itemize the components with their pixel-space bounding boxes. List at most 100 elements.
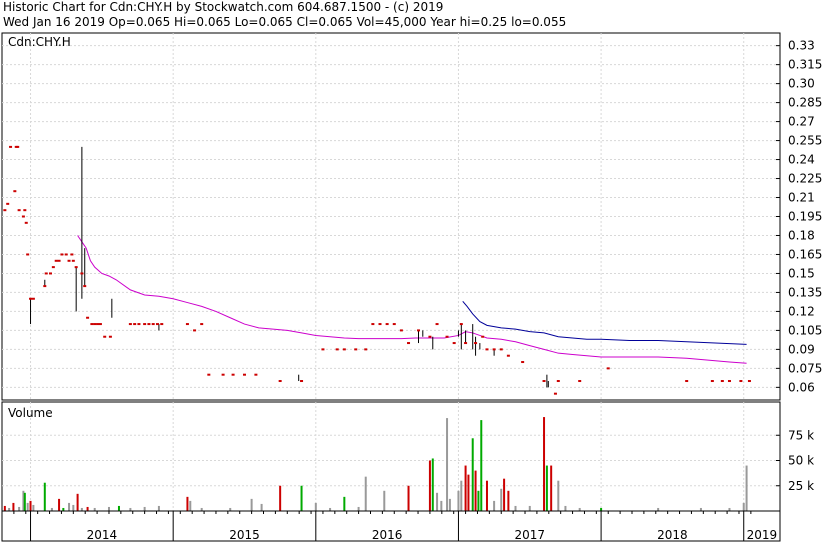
price-mark <box>254 373 258 376</box>
volume-bar <box>550 465 553 511</box>
price-tick-label: 0.255 <box>788 134 822 148</box>
price-mark <box>44 272 48 275</box>
price-mark <box>6 202 10 205</box>
price-mark <box>710 380 714 383</box>
price-panel-label: Cdn:CHY.H <box>8 35 71 49</box>
price-mark <box>3 209 7 212</box>
volume-bar <box>12 502 15 511</box>
volume-bar <box>431 458 434 511</box>
price-mark <box>16 145 20 148</box>
year-label: 2017 <box>515 528 546 542</box>
price-mark <box>133 323 137 326</box>
volume-bar <box>157 505 160 511</box>
volume-bar <box>26 502 29 511</box>
price-mark <box>452 342 456 345</box>
volume-bar <box>18 506 21 511</box>
volume-bar <box>407 485 410 511</box>
price-mark <box>474 342 478 345</box>
price-mark <box>48 272 52 275</box>
price-tick-label: 0.06 <box>788 380 815 394</box>
price-mark <box>578 380 582 383</box>
price-mark <box>481 335 485 338</box>
price-tick-label: 0.075 <box>788 361 822 375</box>
price-mark <box>13 190 17 193</box>
price-mark <box>86 316 90 319</box>
volume-bar <box>557 480 560 511</box>
volume-bar <box>500 488 503 511</box>
price-tick-label: 0.195 <box>788 210 822 224</box>
volume-bar <box>460 480 463 511</box>
volume-bar <box>514 505 517 511</box>
chart-window: Historic Chart for Cdn:CHY.H by Stockwat… <box>0 0 830 543</box>
price-mark <box>556 380 560 383</box>
price-tick-label: 0.12 <box>788 304 815 318</box>
volume-tick-label: 25 k <box>788 479 814 493</box>
volume-bar <box>186 496 189 511</box>
price-mark <box>221 373 225 376</box>
price-mark <box>57 259 61 262</box>
volume-bar <box>507 490 510 511</box>
volume-bar <box>545 465 548 511</box>
price-mark <box>553 392 557 395</box>
volume-bar <box>503 478 506 511</box>
price-mark <box>93 323 97 326</box>
volume-bar <box>250 498 253 511</box>
price-mark <box>43 285 47 288</box>
price-mark <box>231 373 235 376</box>
volume-bar <box>474 470 477 511</box>
volume-bar <box>493 500 496 511</box>
volume-bar <box>107 506 110 511</box>
price-mark <box>506 354 510 357</box>
price-mark <box>542 380 546 383</box>
price-tick-label: 0.225 <box>788 172 822 186</box>
volume-bar <box>464 465 467 511</box>
price-tick-label: 0.285 <box>788 96 822 110</box>
price-mark <box>242 373 246 376</box>
price-mark <box>428 335 432 338</box>
price-mark <box>464 342 468 345</box>
price-tick-label: 0.24 <box>788 153 815 167</box>
price-mark <box>445 335 449 338</box>
price-mark <box>399 329 403 332</box>
volume-bar <box>58 498 61 511</box>
price-mark <box>103 335 107 338</box>
volume-bar <box>29 500 32 511</box>
price-mark <box>160 323 164 326</box>
price-mark <box>64 253 68 256</box>
price-mark <box>364 348 368 351</box>
volume-bar <box>189 500 192 511</box>
price-tick-label: 0.09 <box>788 342 815 356</box>
volume-bar <box>467 474 470 511</box>
price-tick-label: 0.135 <box>788 285 822 299</box>
price-mark <box>74 266 78 269</box>
year-label: 2018 <box>657 528 688 542</box>
volume-bar <box>43 482 46 511</box>
volume-bar <box>68 502 71 511</box>
volume-bar <box>3 505 6 511</box>
price-tick-label: 0.27 <box>788 115 815 129</box>
volume-bar <box>364 476 367 511</box>
price-mark <box>207 373 211 376</box>
volume-y-axis: 75 k 50 k 25 k <box>776 428 814 493</box>
volume-bar <box>742 502 745 511</box>
year-label: 2019 <box>747 528 778 542</box>
volume-bar <box>440 500 443 511</box>
time-axis: 2014 2015 2016 2017 2018 2019 <box>1 510 781 542</box>
price-mark <box>96 323 100 326</box>
volume-bar <box>446 418 449 511</box>
price-mark <box>392 323 396 326</box>
price-mark <box>407 342 411 345</box>
price-mark <box>371 323 375 326</box>
price-mark <box>521 361 525 364</box>
price-mark <box>385 323 389 326</box>
price-mark <box>459 323 463 326</box>
price-mark <box>128 323 132 326</box>
price-mark <box>21 215 25 218</box>
volume-bar <box>86 506 89 511</box>
volume-bar <box>32 504 35 511</box>
price-mark <box>71 259 75 262</box>
price-mark <box>335 348 339 351</box>
price-tick-label: 0.105 <box>788 323 822 337</box>
price-mark <box>720 380 724 383</box>
volume-tick-label: 75 k <box>788 428 814 442</box>
